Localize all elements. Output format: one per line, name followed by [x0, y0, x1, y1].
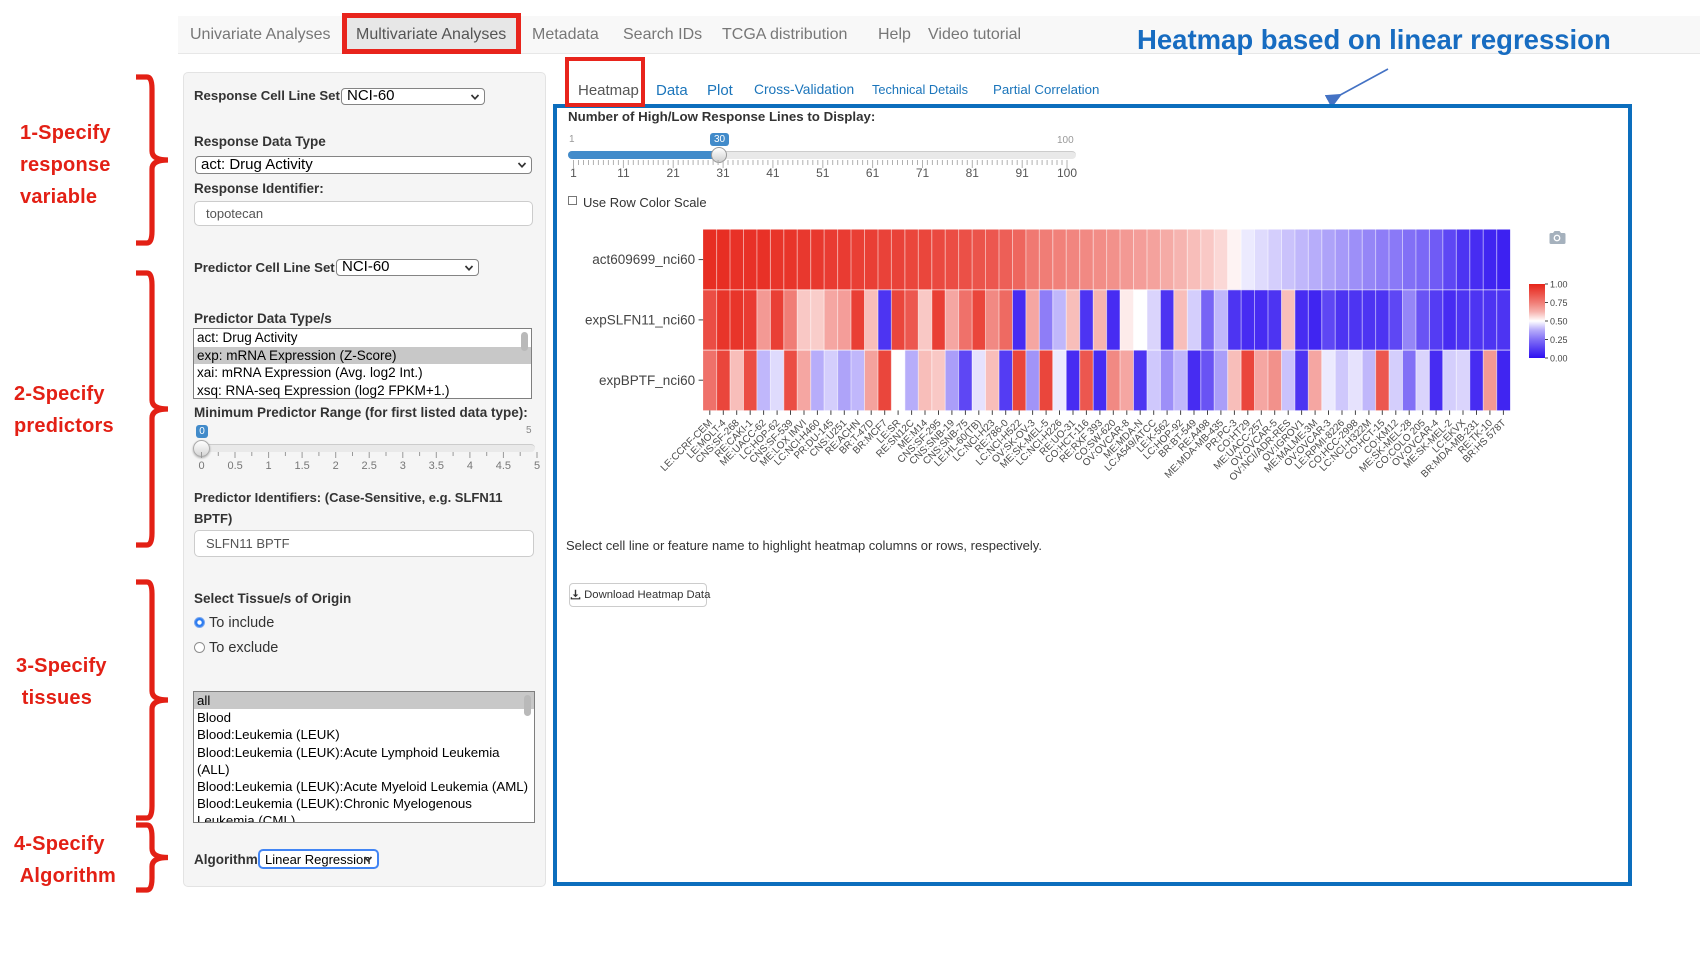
svg-text:0.75: 0.75 — [1550, 298, 1568, 308]
svg-text:0.50: 0.50 — [1550, 317, 1568, 327]
svg-text:0.00: 0.00 — [1550, 354, 1568, 364]
svg-text:1.00: 1.00 — [1550, 280, 1568, 290]
svg-text:expBPTF_nci60: expBPTF_nci60 — [599, 373, 695, 388]
svg-text:act609699_nci60: act609699_nci60 — [592, 252, 695, 267]
svg-text:0.25: 0.25 — [1550, 335, 1568, 345]
svg-text:expSLFN11_nci60: expSLFN11_nci60 — [585, 312, 695, 327]
